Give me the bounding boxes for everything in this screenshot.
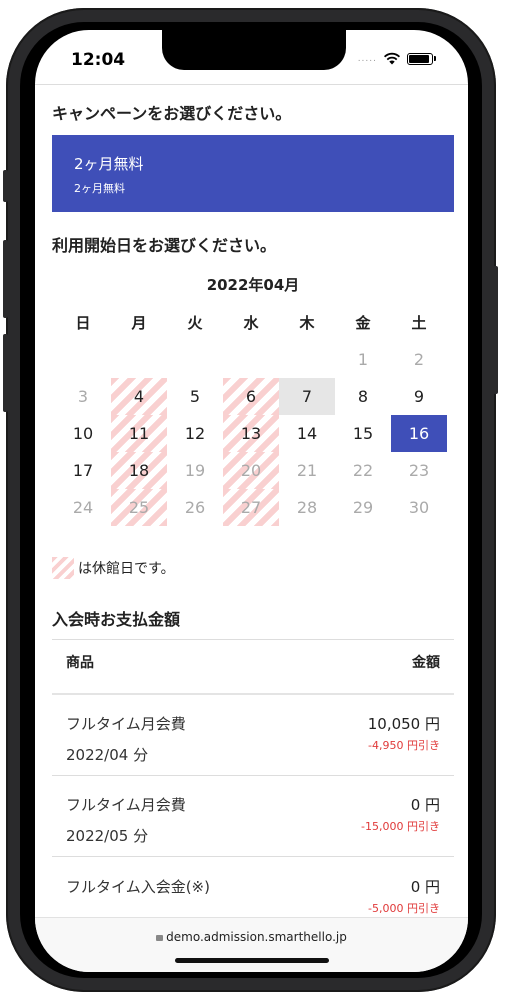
calendar-day-holiday: 6 — [223, 378, 279, 415]
browser-bottom-bar: demo.admission.smarthello.jp — [35, 917, 468, 972]
calendar-day: 24 — [72, 498, 94, 517]
column-product: 商品 — [66, 655, 94, 671]
calendar-day[interactable]: 5 — [167, 378, 223, 415]
table-row: フルタイム月会費 2022/05 分 0 円 -15,000 円引き — [66, 794, 440, 846]
divider — [52, 856, 454, 857]
calendar-day[interactable]: 14 — [279, 415, 335, 452]
calendar-day: 26 — [184, 498, 206, 517]
calendar-day[interactable]: 12 — [167, 415, 223, 452]
payment-section-title: 入会時お支払金額 — [52, 610, 181, 629]
weekday-fri: 金 — [355, 314, 371, 332]
holiday-swatch-icon — [52, 557, 74, 579]
item-discount: -15,000 円引き — [361, 820, 440, 833]
divider — [52, 639, 454, 640]
calendar-day-holiday: 27 — [223, 489, 279, 526]
item-name: フルタイム入会金(※) — [66, 878, 210, 896]
item-price: 0 円 — [410, 796, 440, 814]
url-bar[interactable]: demo.admission.smarthello.jp — [35, 930, 468, 944]
campaign-section-title: キャンペーンをお選びください。 — [52, 104, 292, 123]
calendar-day: 28 — [296, 498, 318, 517]
calendar-day[interactable]: 10 — [55, 415, 111, 452]
item-discount: -4,950 円引き — [368, 739, 440, 752]
lock-icon — [156, 935, 164, 941]
calendar-day-empty — [279, 341, 335, 378]
calendar-day: 3 — [77, 387, 89, 406]
calendar-day-empty — [55, 341, 111, 378]
calendar-month: 2022年04月 — [206, 276, 300, 294]
weekday-sat: 土 — [411, 314, 427, 332]
payment-table-header: 商品 金額 — [66, 652, 440, 672]
calendar-day-holiday: 13 — [223, 415, 279, 452]
status-time: 12:04 — [71, 50, 126, 70]
calendar-day-holiday: 11 — [111, 415, 167, 452]
calendar-day: 2 — [413, 350, 425, 369]
table-row: フルタイム入会金(※) 0 円 -5,000 円引き — [66, 876, 440, 915]
calendar-day: 19 — [184, 461, 206, 480]
start-date-section-title: 利用開始日をお選びください。 — [52, 236, 277, 255]
calendar-day-empty — [111, 341, 167, 378]
weekday-wed: 水 — [243, 314, 259, 332]
battery-icon — [407, 52, 433, 65]
calendar-day-selected[interactable]: 16 — [391, 415, 447, 452]
calendar-grid: 日 月 火 水 木 金 土 1 2 3 4 5 6 7 8 9 10 11 12… — [55, 304, 453, 526]
weekday-sun: 日 — [75, 314, 91, 332]
divider — [52, 693, 454, 695]
calendar-day-today[interactable]: 7 — [279, 378, 335, 415]
calendar-day: 1 — [357, 350, 369, 369]
calendar-day-holiday: 20 — [223, 452, 279, 489]
wifi-icon — [383, 52, 401, 65]
signal-dots-icon: ..... — [357, 53, 377, 64]
weekday-thu: 木 — [299, 314, 315, 332]
status-icons: ..... — [358, 52, 436, 65]
divider — [52, 775, 454, 776]
screen: 12:04 ..... キャンペーンをお選びください。 2ヶ月無料 2ヶ月無料 … — [35, 30, 468, 972]
calendar-day: 23 — [408, 461, 430, 480]
calendar-day-empty — [167, 341, 223, 378]
weekday-mon: 月 — [131, 314, 147, 332]
calendar-day[interactable]: 15 — [335, 415, 391, 452]
calendar-day-holiday: 25 — [111, 489, 167, 526]
holiday-legend-text: は休館日です。 — [78, 561, 175, 577]
calendar-day-holiday: 18 — [111, 452, 167, 489]
power-button — [493, 266, 498, 394]
item-price: 0 円 — [410, 878, 440, 896]
calendar-day-empty — [223, 341, 279, 378]
table-row: フルタイム月会費 2022/04 分 10,050 円 -4,950 円引き — [66, 713, 440, 765]
battery-tip — [434, 56, 436, 61]
calendar-day-holiday: 4 — [111, 378, 167, 415]
calendar-day: 30 — [408, 498, 430, 517]
calendar-day[interactable]: 17 — [55, 452, 111, 489]
item-price: 10,050 円 — [367, 715, 440, 733]
campaign-option-selected[interactable]: 2ヶ月無料 2ヶ月無料 — [52, 135, 454, 212]
holiday-legend: は休館日です。 — [52, 557, 175, 579]
volume-down-button — [3, 334, 8, 412]
weekday-tue: 火 — [187, 314, 203, 332]
notch — [162, 30, 346, 70]
calendar-day[interactable]: 8 — [335, 378, 391, 415]
item-discount: -5,000 円引き — [368, 902, 440, 915]
calendar-day: 22 — [352, 461, 374, 480]
calendar-day[interactable]: 9 — [391, 378, 447, 415]
calendar-day: 21 — [296, 461, 318, 480]
volume-up-button — [3, 240, 8, 318]
campaign-option-description: 2ヶ月無料 — [74, 182, 125, 195]
mute-switch — [3, 170, 8, 202]
column-amount: 金額 — [412, 655, 440, 671]
item-name: フルタイム月会費 — [66, 796, 186, 814]
header-divider — [35, 84, 468, 85]
url-text: demo.admission.smarthello.jp — [166, 930, 347, 944]
calendar-day: 29 — [352, 498, 374, 517]
home-indicator[interactable] — [175, 958, 329, 963]
campaign-option-label: 2ヶ月無料 — [74, 155, 144, 173]
